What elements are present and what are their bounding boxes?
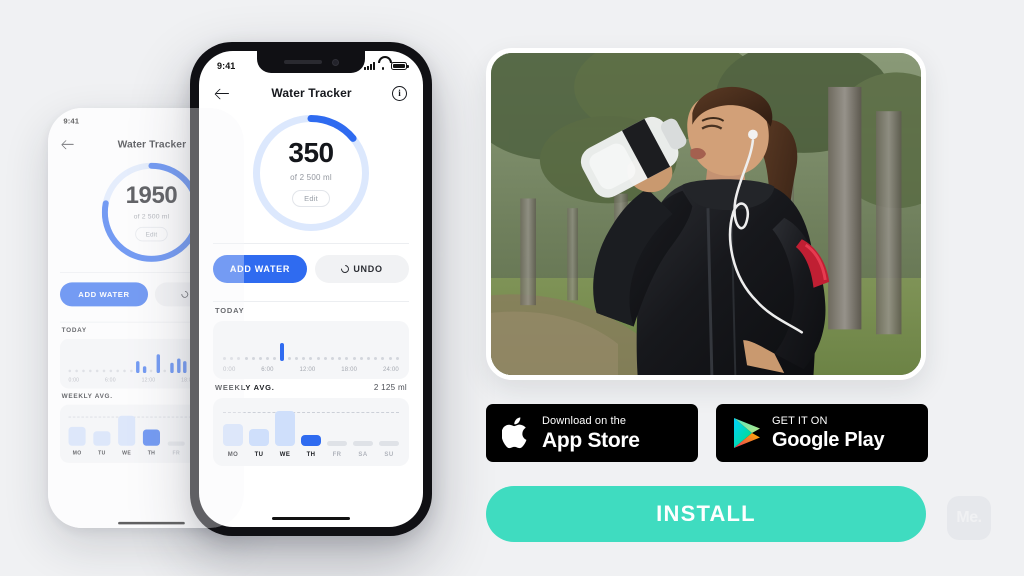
google-play-badge[interactable]: GET IT ON Google Play	[716, 404, 928, 462]
weekly-average-value: 2 125 ml	[373, 383, 407, 392]
weekly-tick-label: MO	[72, 450, 82, 456]
today-chart: 0:00 6:00 12:00 18:00 24:00	[223, 331, 399, 373]
weekly-bar	[142, 429, 161, 446]
page-title: Water Tracker	[271, 86, 352, 100]
weekly-tick-label: SU	[384, 452, 394, 458]
status-indicators-front	[364, 62, 409, 70]
phone-front-screen: 9:41 Water Tracker i 350 of 2 500 ml Edi…	[199, 51, 423, 527]
app-store-big-label: App Store	[542, 428, 640, 452]
weekly-bar	[223, 423, 243, 446]
weekly-bar	[379, 441, 399, 446]
weekly-tick-label: MO	[227, 452, 239, 458]
phone-mockup-front: 9:41 Water Tracker i 350 of 2 500 ml Edi…	[190, 42, 432, 536]
weekly-title-back: WEEKLY AVG.	[61, 391, 113, 400]
weekly-tick-label: FR	[172, 450, 181, 456]
weekly-bar	[68, 426, 86, 446]
weekly-bar	[353, 441, 373, 446]
today-tick-label: 18:00	[341, 367, 358, 373]
weekly-bar	[327, 441, 347, 446]
undo-circle-icon	[339, 263, 351, 275]
weekly-bar	[275, 411, 295, 446]
weekly-tick-label: WE	[279, 452, 291, 458]
weekly-tick-label: TU	[98, 450, 106, 456]
install-button[interactable]: INSTALL	[486, 486, 926, 542]
weekly-title: WEEKLY AVG.	[215, 383, 275, 392]
today-tick-label: 12:00	[299, 367, 316, 373]
add-water-button[interactable]: ADD WATER	[213, 255, 307, 283]
weekly-tick-label: SA	[358, 452, 368, 458]
hero-photo	[486, 48, 926, 380]
app-store-small-label: Download on the	[542, 414, 627, 427]
google-play-small-label: GET IT ON	[772, 415, 828, 427]
page-title-back: Water Tracker	[117, 137, 187, 150]
weekly-section-head: WEEKLY AVG. 2 125 ml	[199, 379, 423, 398]
today-title: TODAY	[215, 306, 245, 315]
progress-ring-wrap: 350 of 2 500 ml Edit	[199, 109, 423, 235]
weekly-bar	[118, 416, 136, 446]
status-time-front: 9:41	[217, 61, 236, 71]
weekly-tick-label: TH	[147, 450, 156, 456]
weekly-bar	[93, 430, 111, 446]
today-bar	[280, 343, 285, 361]
today-section-head: TODAY	[199, 302, 423, 321]
water-progress-ring-back: 1950 of 2 500 ml Edit	[101, 162, 202, 262]
today-chart-card: 0:00 6:00 12:00 18:00 24:00	[213, 321, 409, 379]
undo-label: UNDO	[353, 264, 383, 274]
wifi-icon	[378, 62, 388, 70]
today-title-back: TODAY	[61, 326, 87, 334]
weekly-bar	[249, 428, 269, 446]
home-indicator-back	[118, 521, 185, 525]
weekly-tick-label: TH	[306, 452, 316, 458]
weekly-bars	[223, 408, 399, 446]
weekly-tick-label: TU	[254, 452, 264, 458]
weekly-bar	[167, 441, 185, 446]
weekly-bar	[301, 434, 321, 446]
status-bar-front: 9:41	[199, 51, 423, 75]
weekly-chart-card: MO TU WE TH FR SA SU	[213, 398, 409, 466]
action-row: ADD WATER UNDO	[199, 244, 423, 293]
today-bar	[156, 354, 160, 374]
status-time-back: 9:41	[63, 116, 80, 126]
apple-logo-icon	[502, 417, 527, 449]
weekly-tick-label: WE	[122, 450, 132, 456]
today-axis: 0:00 6:00 12:00 18:00 24:00	[223, 367, 399, 373]
today-tick-label: 6:00	[261, 367, 274, 373]
today-bar	[169, 362, 174, 374]
today-bar	[176, 358, 181, 374]
today-tick-label: 6:00	[105, 378, 116, 384]
arrow-left-icon[interactable]	[215, 85, 231, 101]
today-tick-label: 12:00	[141, 378, 156, 384]
store-badges: Download on the App Store GET IT ON Goog…	[486, 404, 928, 462]
google-play-text: GET IT ON Google Play	[772, 415, 885, 451]
today-tick-label: 0:00	[223, 367, 236, 373]
google-play-big-label: Google Play	[772, 429, 885, 451]
arrow-left-icon[interactable]	[62, 137, 76, 151]
today-tick-label: 0:00	[68, 378, 80, 384]
info-circle-icon[interactable]: i	[391, 85, 407, 101]
undo-button[interactable]: UNDO	[315, 255, 409, 283]
ring-progress-arc	[253, 115, 369, 231]
home-indicator	[272, 517, 350, 520]
weekly-tick-label: FR	[332, 452, 342, 458]
undo-circle-icon	[179, 289, 190, 300]
weekly-chart: MO TU WE TH FR SA SU	[223, 408, 399, 458]
app-bar-front: Water Tracker i	[199, 75, 423, 109]
today-bars	[223, 331, 399, 361]
watermark-logo: Me.	[947, 496, 991, 540]
ring-progress-arc-back	[101, 162, 202, 262]
app-store-badge[interactable]: Download on the App Store	[486, 404, 698, 462]
battery-icon	[391, 62, 409, 70]
cellular-bars-icon	[364, 62, 375, 70]
poster-canvas: 9:41 Water Tracker i	[0, 0, 1024, 576]
add-water-button-back[interactable]: ADD WATER	[59, 282, 149, 307]
photo-image	[491, 53, 921, 375]
today-bar	[136, 361, 140, 374]
app-store-text: Download on the App Store	[542, 414, 640, 452]
weekly-axis: MO TU WE TH FR SA SU	[223, 452, 399, 458]
today-bar	[183, 361, 187, 374]
today-tick-label: 24:00	[382, 367, 399, 373]
water-progress-ring: 350 of 2 500 ml Edit	[253, 115, 369, 231]
google-play-triangle-icon	[734, 418, 760, 448]
today-bar	[142, 366, 147, 374]
